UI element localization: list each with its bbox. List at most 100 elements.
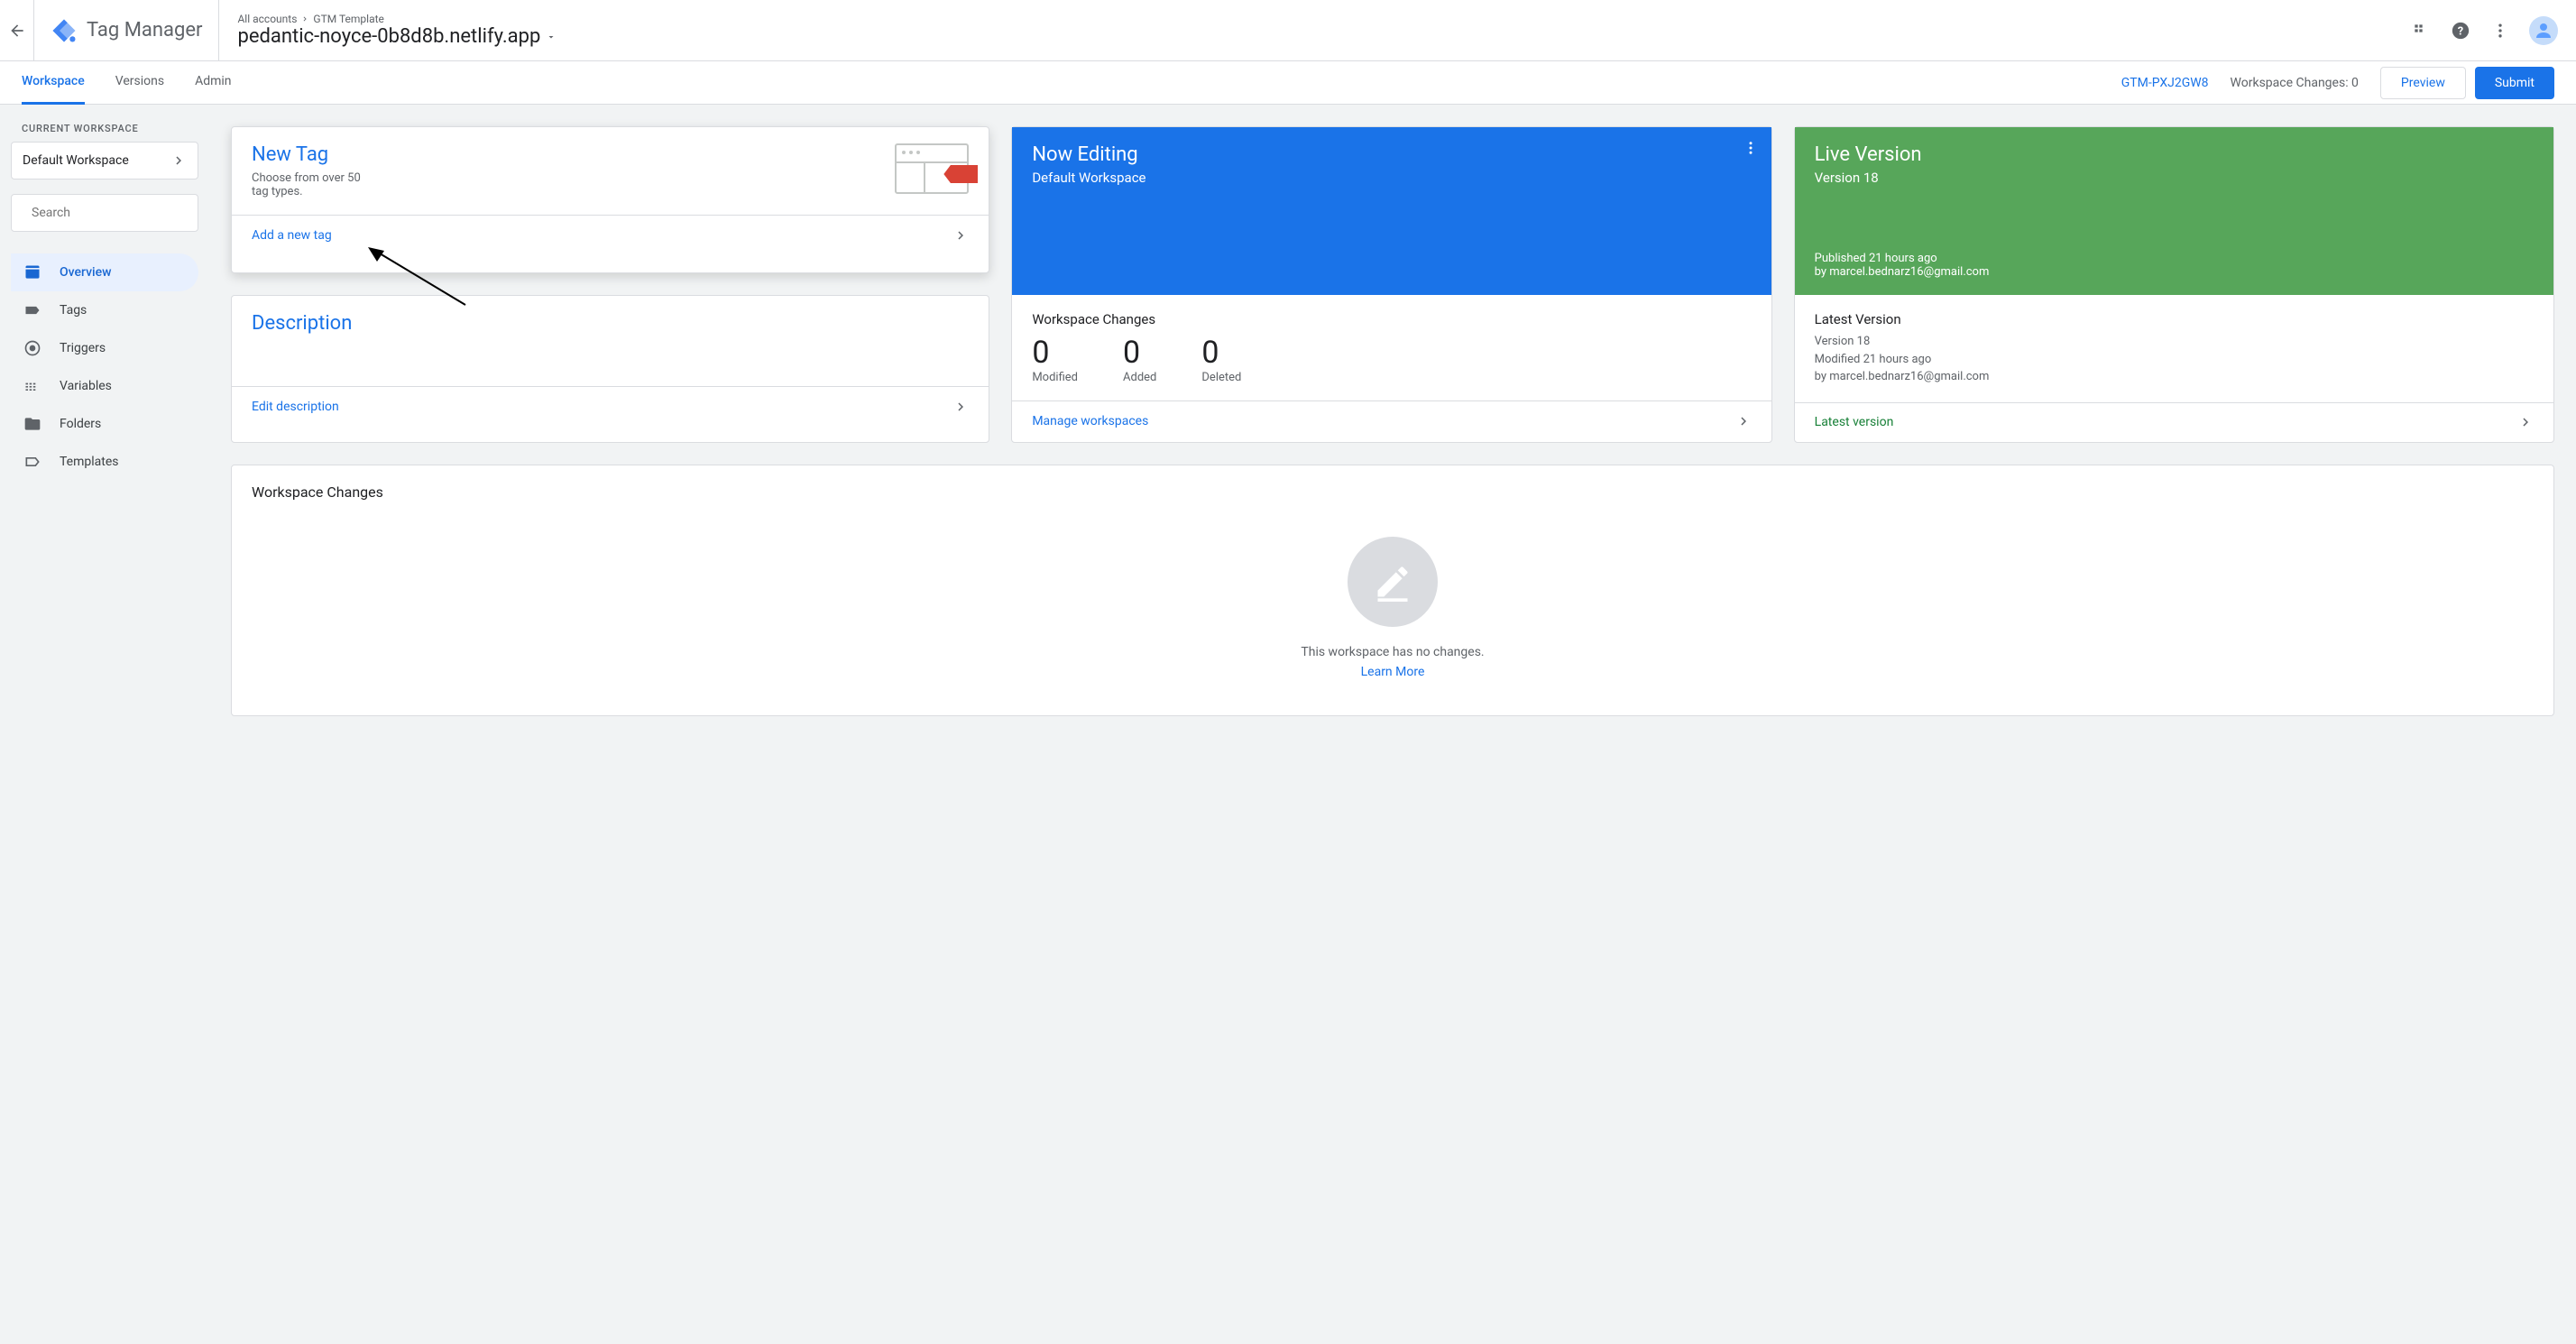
trigger-icon: [23, 339, 41, 357]
chevron-right-icon: [300, 14, 309, 23]
add-new-tag-label: Add a new tag: [252, 228, 332, 243]
learn-more-link[interactable]: Learn More: [1361, 665, 1425, 679]
user-avatar[interactable]: [2529, 16, 2558, 45]
current-workspace-label: CURRENT WORKSPACE: [11, 123, 198, 134]
manage-workspaces-label: Manage workspaces: [1032, 414, 1148, 428]
chevron-right-icon: [170, 152, 187, 169]
latest-version-button[interactable]: Latest version: [1795, 402, 2553, 442]
chevron-right-icon: [952, 227, 969, 244]
pencil-icon: [1373, 562, 1412, 602]
dropdown-caret-icon: [546, 32, 557, 42]
sub-nav-tabs: Workspace Versions Admin: [22, 61, 232, 105]
chevron-right-icon: [2517, 414, 2534, 430]
more-menu-icon[interactable]: [2489, 20, 2511, 41]
sidebar-item-variables[interactable]: Variables: [11, 367, 198, 405]
now-editing-subtitle: Default Workspace: [1032, 170, 1751, 186]
content: New Tag Choose from over 50 tag types. A…: [209, 105, 2576, 1344]
container-id[interactable]: GTM-PXJ2GW8: [2121, 76, 2209, 90]
tab-admin[interactable]: Admin: [195, 61, 231, 105]
more-vertical-icon: [1743, 140, 1759, 156]
empty-state-text: This workspace has no changes.: [1301, 645, 1484, 659]
svg-text:?: ?: [2458, 24, 2463, 38]
edit-description-button[interactable]: Edit description: [232, 386, 989, 426]
latest-version-modified: Modified 21 hours ago: [1815, 351, 2534, 369]
sidebar-item-triggers[interactable]: Triggers: [11, 329, 198, 367]
template-icon: [23, 453, 41, 471]
overview-icon: [23, 263, 41, 281]
sidebar-item-label: Folders: [60, 417, 101, 431]
latest-version-by: by marcel.bednarz16@gmail.com: [1815, 368, 2534, 386]
sidebar-item-label: Variables: [60, 379, 112, 393]
new-tag-card: New Tag Choose from over 50 tag types. A…: [231, 126, 989, 273]
folder-icon: [23, 415, 41, 433]
chevron-right-icon: [952, 399, 969, 415]
sidebar-item-templates[interactable]: Templates: [11, 443, 198, 481]
container-selector[interactable]: pedantic-noyce-0b8d8b.netlify.app: [237, 25, 2392, 48]
now-editing-title: Now Editing: [1032, 143, 1751, 166]
live-version-subtitle: Version 18: [1815, 170, 2534, 186]
arrow-left-icon: [8, 22, 26, 40]
live-version-card: Live Version Version 18 Published 21 hou…: [1794, 126, 2554, 443]
breadcrumb-block: All accounts GTM Template pedantic-noyce…: [219, 13, 2410, 48]
tag-illustration-icon: [895, 143, 969, 194]
latest-version-number: Version 18: [1815, 333, 2534, 351]
sidebar-item-label: Templates: [60, 455, 119, 469]
back-button[interactable]: [0, 0, 34, 60]
workspace-changes-panel-title: Workspace Changes: [252, 483, 2534, 501]
now-editing-card: Now Editing Default Workspace Workspace …: [1011, 126, 1771, 443]
sidebar-item-label: Tags: [60, 303, 87, 318]
breadcrumb-root: All accounts: [237, 13, 297, 25]
latest-version-label: Latest version: [1815, 415, 1894, 429]
apps-icon[interactable]: [2410, 20, 2432, 41]
live-version-title: Live Version: [1815, 143, 2534, 166]
description-title: Description: [232, 296, 989, 386]
tag-icon: [23, 301, 41, 319]
latest-version-title: Latest Version: [1815, 311, 2534, 327]
now-editing-menu-button[interactable]: [1743, 140, 1759, 160]
stat-deleted: 0 Deleted: [1201, 335, 1241, 384]
logo-block[interactable]: Tag Manager: [34, 0, 219, 60]
chevron-right-icon: [1735, 413, 1752, 429]
sub-nav: Workspace Versions Admin GTM-PXJ2GW8 Wor…: [0, 61, 2576, 105]
empty-state: This workspace has no changes. Learn Mor…: [252, 537, 2534, 679]
live-published-line: Published 21 hours ago: [1815, 252, 2534, 265]
user-icon: [2533, 20, 2554, 41]
preview-button[interactable]: Preview: [2380, 67, 2466, 99]
search-box[interactable]: [11, 194, 198, 232]
workspace-selector[interactable]: Default Workspace: [11, 142, 198, 180]
tag-manager-logo-icon: [51, 17, 78, 44]
live-by-line: by marcel.bednarz16@gmail.com: [1815, 265, 2534, 279]
header-actions: ?: [2410, 16, 2576, 45]
main: CURRENT WORKSPACE Default Workspace Over…: [0, 105, 2576, 1344]
breadcrumb[interactable]: All accounts GTM Template: [237, 13, 2392, 25]
workspace-changes-title: Workspace Changes: [1032, 311, 1751, 327]
variable-icon: [23, 377, 41, 395]
workspace-changes-panel: Workspace Changes This workspace has no …: [231, 465, 2554, 716]
sidebar: CURRENT WORKSPACE Default Workspace Over…: [0, 105, 209, 1344]
submit-button[interactable]: Submit: [2475, 67, 2554, 99]
sidebar-item-tags[interactable]: Tags: [11, 291, 198, 329]
add-new-tag-button[interactable]: Add a new tag: [232, 215, 989, 254]
manage-workspaces-button[interactable]: Manage workspaces: [1012, 400, 1771, 440]
breadcrumb-account: GTM Template: [313, 13, 384, 25]
edit-description-label: Edit description: [252, 400, 339, 414]
sidebar-item-folders[interactable]: Folders: [11, 405, 198, 443]
empty-state-icon: [1348, 537, 1438, 627]
tab-workspace[interactable]: Workspace: [22, 61, 85, 105]
container-name: pedantic-noyce-0b8d8b.netlify.app: [237, 25, 540, 48]
description-card: Description Edit description: [231, 295, 989, 442]
stat-modified: 0 Modified: [1032, 335, 1078, 384]
workspace-name: Default Workspace: [23, 153, 129, 168]
new-tag-subtitle: Choose from over 50 tag types.: [252, 171, 378, 198]
stat-added: 0 Added: [1123, 335, 1156, 384]
help-icon[interactable]: ?: [2450, 20, 2471, 41]
sidebar-item-label: Triggers: [60, 341, 106, 355]
sidebar-item-overview[interactable]: Overview: [11, 253, 198, 291]
product-name: Tag Manager: [87, 19, 202, 41]
top-header: Tag Manager All accounts GTM Template pe…: [0, 0, 2576, 61]
tab-versions[interactable]: Versions: [115, 61, 164, 105]
sidebar-item-label: Overview: [60, 265, 111, 280]
cards-row-1: New Tag Choose from over 50 tag types. A…: [231, 126, 2554, 443]
search-input[interactable]: [32, 206, 192, 220]
workspace-changes-count: Workspace Changes: 0: [2231, 76, 2359, 90]
